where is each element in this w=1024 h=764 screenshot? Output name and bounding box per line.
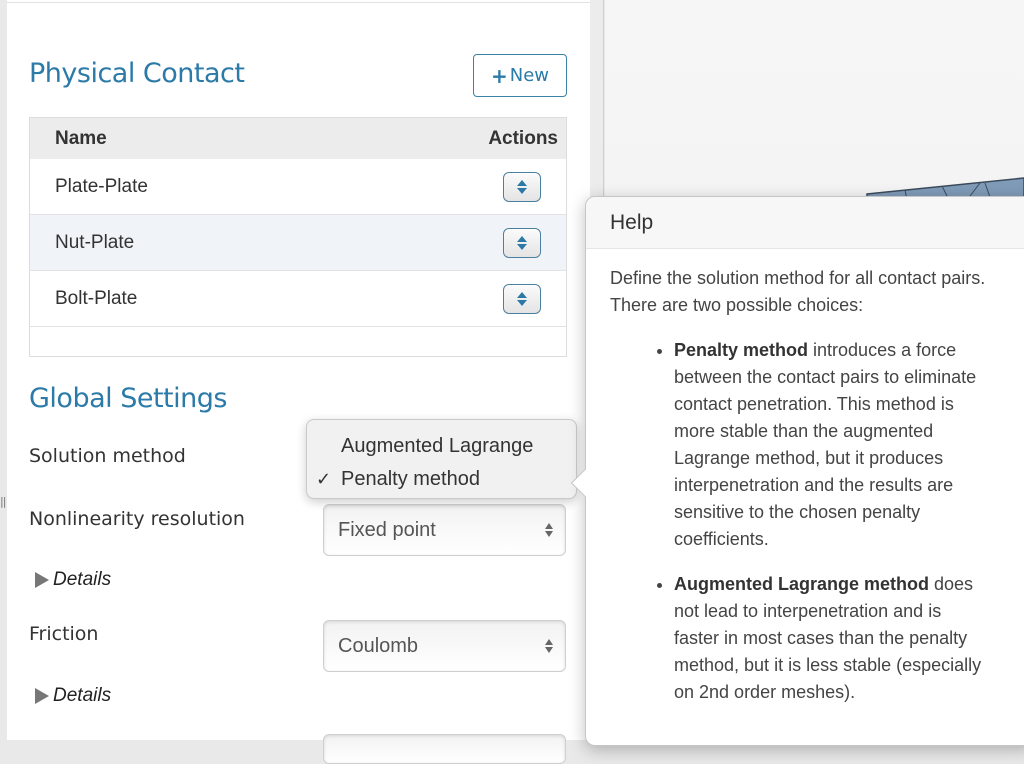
- help-intro: Define the solution method for all conta…: [610, 268, 986, 315]
- up-arrow-icon: [517, 179, 527, 186]
- down-arrow-icon: [517, 187, 527, 194]
- column-header-name: Name: [55, 127, 107, 149]
- help-popover: Help Define the solution method for all …: [570, 196, 1024, 746]
- checkmark-icon: ✓: [316, 469, 332, 490]
- table-row[interactable]: Nut-Plate: [30, 215, 566, 271]
- solution-method-label: Solution method: [29, 445, 186, 467]
- up-arrow-icon: [517, 235, 527, 242]
- help-description: introduces a force between the contact p…: [674, 340, 977, 549]
- help-list-item: Penalty method introduces a force betwee…: [674, 337, 986, 553]
- row-actions-button[interactable]: [503, 171, 541, 202]
- resize-grip-icon[interactable]: ||: [0, 495, 7, 508]
- down-arrow-icon: [517, 299, 527, 306]
- help-list-item: Augmented Lagrange method does not lead …: [674, 571, 986, 706]
- help-title: Help: [586, 197, 1024, 249]
- help-term: Augmented Lagrange method: [674, 574, 930, 594]
- select-arrows-icon: [545, 639, 553, 653]
- contact-name: Bolt-Plate: [55, 287, 138, 309]
- global-settings-title: Global Settings: [29, 383, 227, 414]
- new-button-label: New: [509, 65, 550, 86]
- select-value: Coulomb: [338, 634, 419, 657]
- option-label: Penalty method: [341, 468, 480, 490]
- details-label: Details: [53, 685, 112, 706]
- select-arrows-icon: [545, 523, 553, 537]
- table-row[interactable]: Bolt-Plate: [30, 271, 566, 327]
- select-value: Fixed point: [338, 518, 436, 541]
- help-body: Define the solution method for all conta…: [586, 249, 1006, 706]
- up-arrow-icon: [517, 291, 527, 298]
- plus-icon: +: [490, 63, 508, 88]
- option-label: Augmented Lagrange: [341, 435, 534, 457]
- settings-panel: Physical Contact + New Name Actions Plat…: [7, 0, 590, 764]
- row-actions-button[interactable]: [503, 283, 541, 314]
- contact-name: Plate-Plate: [55, 175, 148, 197]
- physical-contact-title: Physical Contact: [29, 58, 245, 89]
- contact-table: Name Actions Plate-Plate Nut-Plate Bolt-…: [29, 117, 567, 357]
- next-select[interactable]: [323, 734, 566, 764]
- table-row[interactable]: Plate-Plate: [30, 159, 566, 215]
- option-augmented-lagrange[interactable]: Augmented Lagrange: [307, 430, 576, 463]
- solution-method-dropdown[interactable]: Augmented Lagrange ✓ Penalty method: [306, 419, 577, 499]
- down-arrow-icon: [517, 243, 527, 250]
- panel-top-border: [7, 0, 590, 3]
- details-toggle[interactable]: Details: [35, 685, 111, 707]
- disclosure-triangle-icon: [35, 688, 49, 704]
- friction-select[interactable]: Coulomb: [323, 620, 566, 672]
- option-penalty-method[interactable]: ✓ Penalty method: [307, 463, 576, 496]
- help-list: Penalty method introduces a force betwee…: [610, 337, 986, 706]
- row-actions-button[interactable]: [503, 227, 541, 258]
- help-term: Penalty method: [674, 340, 809, 360]
- column-header-actions: Actions: [488, 127, 558, 149]
- friction-label: Friction: [29, 623, 99, 645]
- nonlinearity-resolution-label: Nonlinearity resolution: [29, 508, 245, 530]
- contact-name: Nut-Plate: [55, 231, 135, 253]
- disclosure-triangle-icon: [35, 572, 49, 588]
- table-header: Name Actions: [30, 118, 566, 159]
- nonlinearity-resolution-select[interactable]: Fixed point: [323, 504, 566, 556]
- details-label: Details: [53, 569, 112, 590]
- new-contact-button[interactable]: + New: [473, 54, 567, 97]
- details-toggle[interactable]: Details: [35, 569, 111, 591]
